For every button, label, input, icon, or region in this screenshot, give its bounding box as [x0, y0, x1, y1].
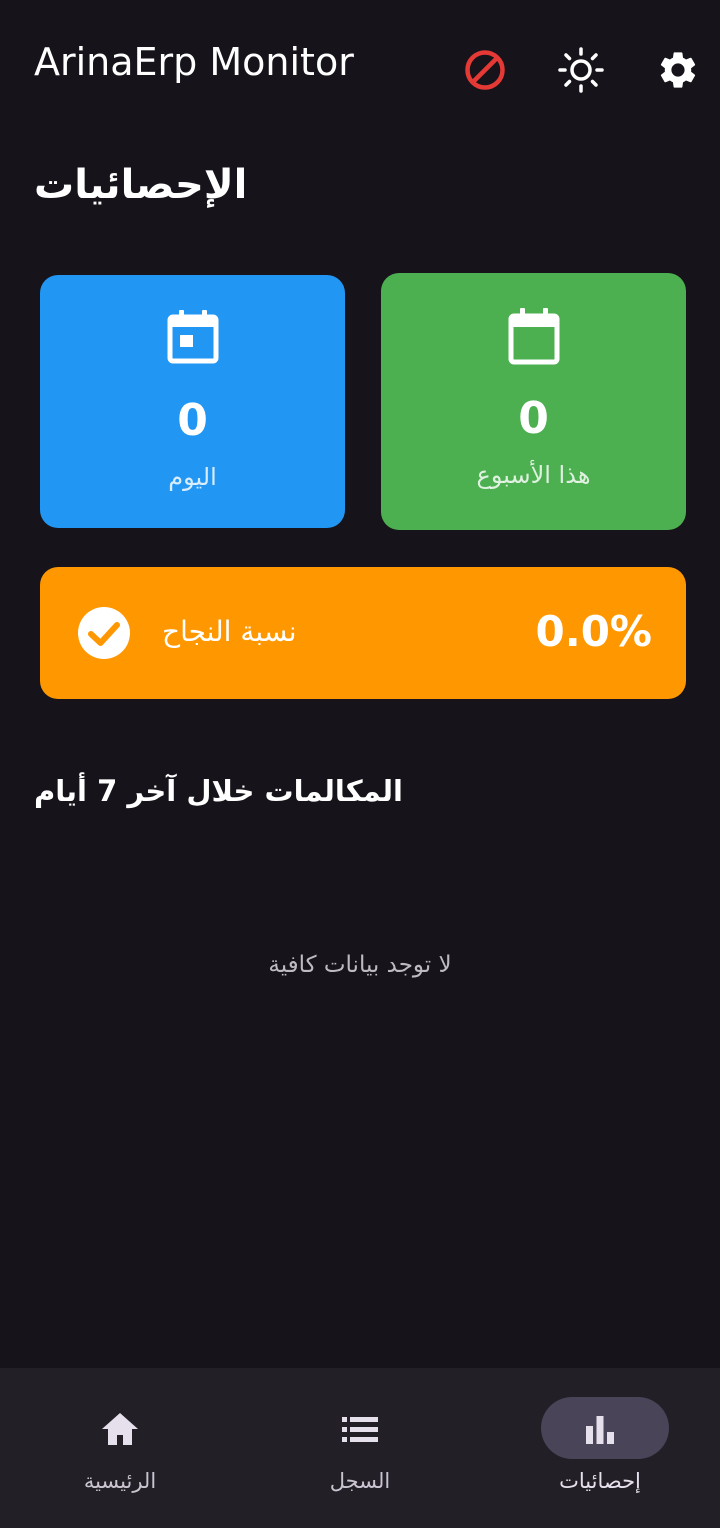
nav-item-log[interactable]: السجل: [240, 1368, 480, 1528]
success-rate-card: نسبة النجاح 0.0%: [40, 567, 686, 699]
settings-icon: [660, 52, 696, 88]
block-icon: [465, 50, 505, 90]
list-icon: [342, 1417, 378, 1442]
week-label: هذا الأسبوع: [476, 461, 591, 489]
empty-state-text: لا توجد بيانات كافية: [268, 952, 452, 978]
success-rate-label: نسبة النجاح: [162, 615, 297, 648]
bar-chart-icon: [586, 1416, 614, 1444]
success-rate-value: 0.0%: [535, 607, 652, 656]
calendar-today-icon: [167, 310, 218, 364]
page-title: الإحصائيات: [34, 162, 248, 208]
brightness-icon: [558, 47, 604, 93]
week-card: 0 هذا الأسبوع: [381, 273, 686, 530]
nav-item-home[interactable]: الرئيسية: [0, 1368, 240, 1528]
week-count: 0: [518, 393, 549, 444]
theme-toggle-button[interactable]: [553, 42, 609, 98]
calendar-icon: [508, 308, 559, 365]
nav-label-home: الرئيسية: [83, 1469, 157, 1493]
today-count: 0: [177, 395, 208, 446]
nav-label-log: السجل: [329, 1469, 391, 1493]
today-label: اليوم: [168, 463, 217, 491]
today-card: 0 اليوم: [40, 275, 345, 528]
app-bar: ArinaErp Monitor: [0, 0, 720, 140]
nav-label-stats: إحصائيات: [559, 1469, 641, 1493]
calls-section-title: المكالمات خلال آخر 7 أيام: [34, 774, 403, 808]
app-title: ArinaErp Monitor: [34, 40, 354, 84]
bottom-navigation: الرئيسية السجل إحصائيات: [0, 1368, 720, 1528]
nav-item-stats[interactable]: إحصائيات: [480, 1368, 720, 1528]
check-circle-icon: [78, 607, 130, 659]
home-icon: [102, 1413, 138, 1445]
settings-button[interactable]: [650, 42, 706, 98]
block-button[interactable]: [457, 42, 513, 98]
